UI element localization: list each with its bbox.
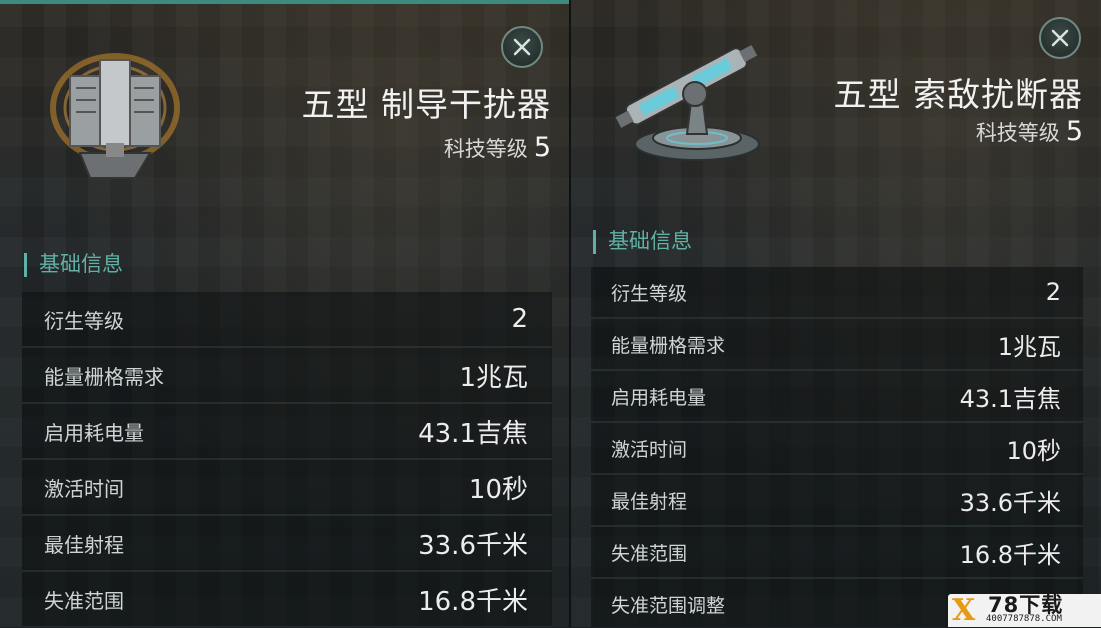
attribute-label: 失准范围 <box>611 542 688 565</box>
item-info-panel-guidance-disruptor: 五型 制导干扰器 科技等级 5 基础信息 衍生等级 2 能量栅格需求 1兆瓦 启用耗电… <box>0 0 569 627</box>
attribute-label: 能量栅格需求 <box>611 334 726 357</box>
attribute-row: 失准范围 16.8千米 <box>22 572 552 627</box>
panel-accent-line <box>0 0 569 4</box>
attribute-row: 最佳射程 33.6千米 <box>22 516 552 572</box>
attribute-label: 能量栅格需求 <box>44 364 164 389</box>
close-button[interactable] <box>1039 17 1081 59</box>
attribute-row: 衍生等级 2 <box>591 267 1083 319</box>
attribute-label: 衍生等级 <box>611 282 688 305</box>
site-watermark: X 78下载 4007787878.COM <box>948 594 1101 627</box>
attribute-value: 16.8千米 <box>959 540 1061 569</box>
attribute-row: 激活时间 10秒 <box>591 423 1083 475</box>
close-button[interactable] <box>501 26 543 68</box>
item-title: 五型 制导干扰器 <box>301 85 551 124</box>
close-icon <box>513 38 531 56</box>
attribute-label: 激活时间 <box>611 438 688 461</box>
attribute-value: 1兆瓦 <box>997 332 1061 361</box>
sensor-dampener-module-icon <box>615 44 760 161</box>
tech-level: 科技等级 5 <box>444 132 551 163</box>
attribute-value: 10秒 <box>1006 436 1061 465</box>
attribute-value: 2 <box>1045 278 1061 306</box>
attribute-row: 衍生等级 2 <box>22 292 552 348</box>
guidance-disruptor-module-icon <box>50 53 180 179</box>
attribute-row: 启用耗电量 43.1吉焦 <box>591 371 1083 423</box>
attribute-value: 16.8千米 <box>418 586 528 617</box>
attribute-label: 启用耗电量 <box>44 420 144 445</box>
attribute-label: 最佳射程 <box>611 490 688 513</box>
section-header: 基础信息 <box>24 248 123 278</box>
item-title: 五型 索敌扰断器 <box>833 75 1083 114</box>
tech-level-label: 科技等级 <box>443 137 528 161</box>
attribute-value: 33.6千米 <box>959 488 1061 517</box>
attribute-row: 启用耗电量 43.1吉焦 <box>22 404 552 460</box>
watermark-url: 4007787878.COM <box>986 614 1062 624</box>
section-title: 基础信息 <box>39 252 123 276</box>
attribute-label: 启用耗电量 <box>611 386 707 409</box>
section-accent-bar <box>24 253 27 277</box>
item-info-panel-sensor-dampener: 五型 索敌扰断器 科技等级 5 基础信息 衍生等级 2 能量栅格需求 1兆瓦 启用耗电… <box>571 0 1101 627</box>
attribute-value: 33.6千米 <box>418 530 528 561</box>
watermark-text: 78下载 <box>988 593 1064 617</box>
close-icon <box>1051 29 1069 47</box>
tech-level-label: 科技等级 <box>975 121 1060 145</box>
attribute-row: 能量栅格需求 1兆瓦 <box>591 319 1083 371</box>
section-header: 基础信息 <box>593 225 692 255</box>
tech-level-value: 5 <box>533 132 551 163</box>
attribute-list: 衍生等级 2 能量栅格需求 1兆瓦 启用耗电量 43.1吉焦 激活时间 10秒 最佳射程… <box>591 267 1083 627</box>
attribute-label: 最佳射程 <box>44 532 124 557</box>
watermark-logo-icon: X <box>952 593 976 628</box>
section-title: 基础信息 <box>608 229 692 253</box>
tech-level-value: 5 <box>1065 116 1083 147</box>
attribute-row: 激活时间 10秒 <box>22 460 552 516</box>
attribute-value: 10秒 <box>468 474 528 505</box>
section-accent-bar <box>593 230 596 254</box>
attribute-row: 能量栅格需求 1兆瓦 <box>22 348 552 404</box>
attribute-label: 失准范围调整 <box>611 594 726 617</box>
tech-level: 科技等级 5 <box>976 116 1083 147</box>
attribute-value: 43.1吉焦 <box>959 384 1061 413</box>
attribute-list: 衍生等级 2 能量栅格需求 1兆瓦 启用耗电量 43.1吉焦 激活时间 10秒 最佳射程… <box>22 292 552 627</box>
attribute-label: 激活时间 <box>44 476 124 501</box>
attribute-row: 最佳射程 33.6千米 <box>591 475 1083 527</box>
attribute-label: 失准范围 <box>44 588 124 613</box>
attribute-value: 43.1吉焦 <box>418 418 528 449</box>
attribute-label: 衍生等级 <box>44 308 124 333</box>
attribute-value: 1兆瓦 <box>459 362 528 393</box>
attribute-row: 失准范围 16.8千米 <box>591 527 1083 579</box>
attribute-value: 2 <box>511 304 528 334</box>
